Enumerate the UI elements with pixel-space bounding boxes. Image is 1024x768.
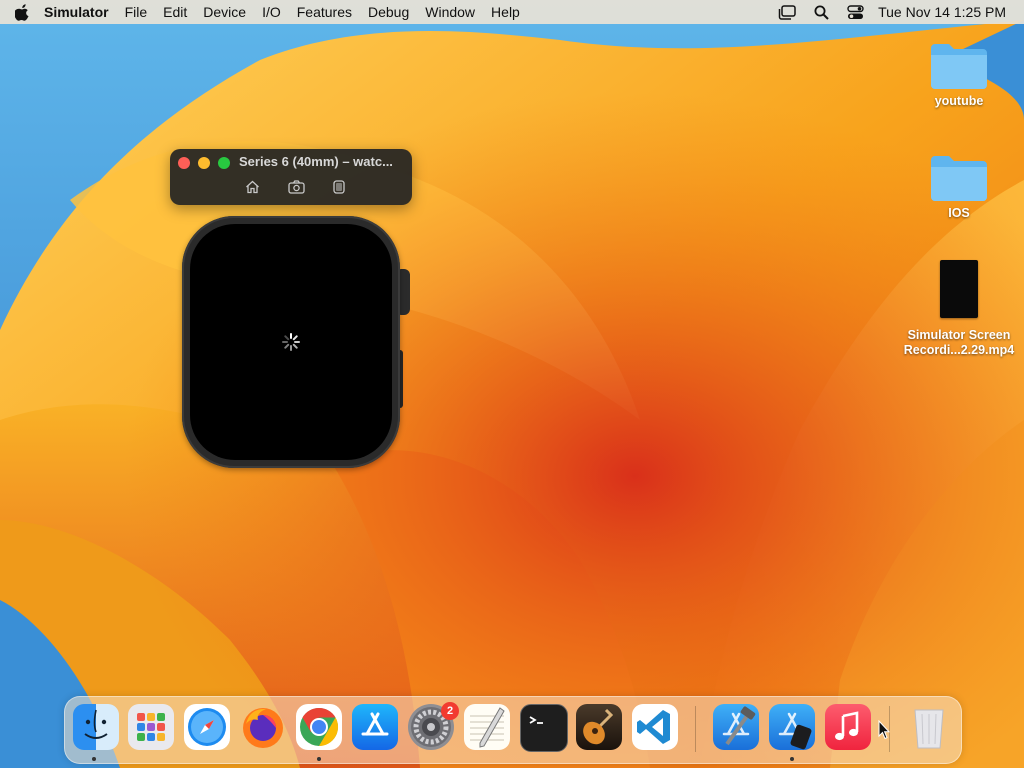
desktop-folder-ios[interactable]: IOS [899,152,1019,221]
mouse-cursor-icon [878,720,890,740]
menu-debug[interactable]: Debug [360,0,417,24]
dock-simulator[interactable] [769,704,815,750]
menu-edit[interactable]: Edit [155,0,195,24]
finder-icon [84,709,108,739]
menu-device[interactable]: Device [195,0,254,24]
running-indicator [92,757,96,761]
app-store-icon [361,712,389,736]
dock-app-store[interactable] [352,704,398,750]
home-icon[interactable] [243,179,261,195]
dock-separator [695,706,696,752]
window-minimize-button[interactable] [198,157,210,169]
simulator-window-toolbar: Series 6 (40mm) – watc... [170,149,412,205]
window-close-button[interactable] [178,157,190,169]
stage-manager-icon[interactable] [770,4,804,20]
guitar-icon [583,708,614,745]
running-indicator [317,757,321,761]
dock-music[interactable] [825,704,871,750]
dock-finder[interactable] [73,704,119,750]
spotlight-search-icon[interactable] [804,5,838,20]
menu-help[interactable]: Help [483,0,528,24]
desktop-icon-label: IOS [948,206,970,220]
menu-window[interactable]: Window [417,0,483,24]
window-zoom-button[interactable] [218,157,230,169]
trash-icon [914,709,944,749]
desktop-icon-label: Simulator Screen Recordi...2.29.mp4 [903,328,1015,357]
desktop-folder-youtube[interactable]: youtube [899,40,1019,109]
screenshot-icon[interactable] [287,179,305,195]
menubar-clock[interactable]: Tue Nov 14 1:25 PM [872,4,1006,20]
terminal-icon [529,716,543,724]
dock-textedit[interactable] [464,704,510,750]
menu-file[interactable]: File [117,0,156,24]
dock-garageband[interactable] [576,704,622,750]
chrome-icon [300,707,339,747]
dock-chrome[interactable] [296,704,342,750]
folder-icon [931,156,987,201]
menu-io[interactable]: I/O [254,0,289,24]
dock-launchpad[interactable] [128,704,174,750]
rotate-device-icon[interactable] [330,179,348,195]
simulator-icon [778,712,812,750]
dock-terminal[interactable] [520,704,568,752]
notification-badge: 2 [441,702,459,720]
desktop-file-screen-recording[interactable]: Simulator Screen Recordi...2.29.mp4 [899,260,1019,358]
folder-icon [931,44,987,89]
dock-xcode[interactable] [713,704,759,750]
dock-vscode[interactable] [632,704,678,750]
desktop-icon-label: youtube [934,94,984,108]
running-indicator [790,757,794,761]
control-center-icon[interactable] [838,4,872,20]
launchpad-icon [137,713,165,741]
simulator-window-title: Series 6 (40mm) – watc... [239,154,393,169]
menu-bar: Simulator File Edit Device I/O Features … [0,0,1024,24]
vscode-icon [637,710,670,744]
xcode-hammer-icon [722,706,756,746]
menu-features[interactable]: Features [289,0,360,24]
firefox-icon [243,708,283,748]
loading-spinner-icon [282,333,300,351]
dock-safari[interactable] [184,704,230,750]
desktop-wallpaper [0,0,1024,768]
textedit-icon [470,707,505,748]
video-thumbnail-icon [940,260,978,318]
menu-app-simulator[interactable]: Simulator [44,0,117,24]
dock-trash[interactable] [906,704,952,750]
dock-firefox[interactable] [240,704,286,750]
apple-menu-icon[interactable] [0,3,44,21]
music-note-icon [835,711,859,741]
safari-icon [188,708,226,746]
